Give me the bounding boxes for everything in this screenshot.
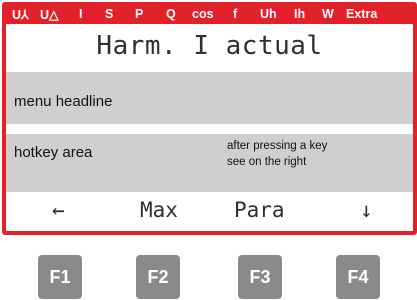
menu-headline-text: Harm. I actual: [96, 31, 323, 61]
f2-key[interactable]: F2: [136, 255, 180, 299]
status-item-f: f: [233, 7, 238, 21]
status-item-ih: Ih: [294, 7, 306, 21]
menu-headline-label: menu headline: [14, 93, 113, 110]
status-item-w: W: [322, 7, 334, 21]
hotkey-max: Max: [140, 198, 178, 222]
status-item-p: P: [135, 7, 144, 21]
status-item-s: S: [105, 7, 114, 21]
f3-key[interactable]: F3: [238, 255, 282, 299]
hotkey-area-label: hotkey area: [14, 144, 93, 161]
lcd-display: U⅄ U△ I S P Q cos f Uh Ih W Extra Harm. …: [2, 2, 417, 235]
status-item-uh: Uh: [260, 7, 277, 21]
status-item-u-delta: U△: [40, 8, 59, 22]
status-item-u-star: U⅄: [12, 8, 29, 22]
hotkey-area-band: [6, 134, 413, 192]
hotkey-note-line-2: see on the right: [227, 156, 307, 168]
hotkey-note-line-1: after pressing a key: [227, 140, 328, 152]
hotkey-back: ←: [52, 198, 65, 222]
status-item-i: I: [79, 7, 83, 21]
hotkey-down: ↓: [360, 198, 373, 222]
status-item-extra: Extra: [346, 7, 378, 21]
measurement-status-bar: U⅄ U△ I S P Q cos f Uh Ih W Extra: [6, 6, 413, 24]
f4-key[interactable]: F4: [336, 255, 380, 299]
status-item-cos: cos: [192, 7, 214, 21]
status-item-q: Q: [166, 7, 176, 21]
hotkey-para: Para: [234, 198, 285, 222]
f1-key[interactable]: F1: [38, 255, 82, 299]
